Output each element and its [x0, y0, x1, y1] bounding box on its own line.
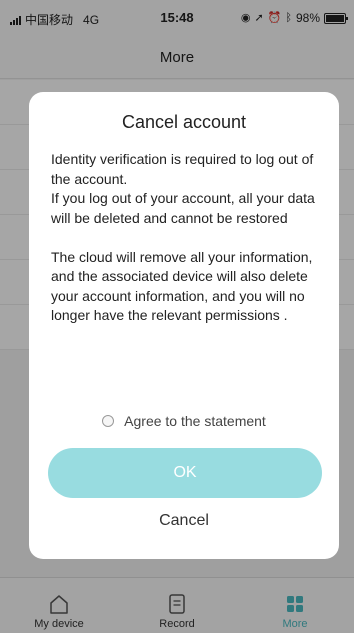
dialog-paragraph: The cloud will remove all your informati… — [51, 248, 313, 324]
dialog-paragraph: Identity verification is required to log… — [51, 151, 314, 187]
dialog-body: Identity verification is required to log… — [51, 150, 321, 326]
radio-icon[interactable] — [102, 415, 115, 427]
cancel-account-dialog: Cancel account Identity verification is … — [29, 92, 339, 559]
dialog-paragraph: If you log out of your account, all your… — [51, 190, 315, 226]
ok-button[interactable]: OK — [48, 448, 322, 498]
cancel-button[interactable]: Cancel — [29, 512, 339, 530]
dialog-title: Cancel account — [121, 112, 247, 132]
app-screen: 中国移动 4G 15:48 ◉ ➚ ⏰ ᛒ 98% More My device — [0, 0, 354, 633]
agree-label: Agree to the statement — [124, 413, 266, 429]
agree-checkbox[interactable]: Agree to the statement — [29, 413, 339, 429]
